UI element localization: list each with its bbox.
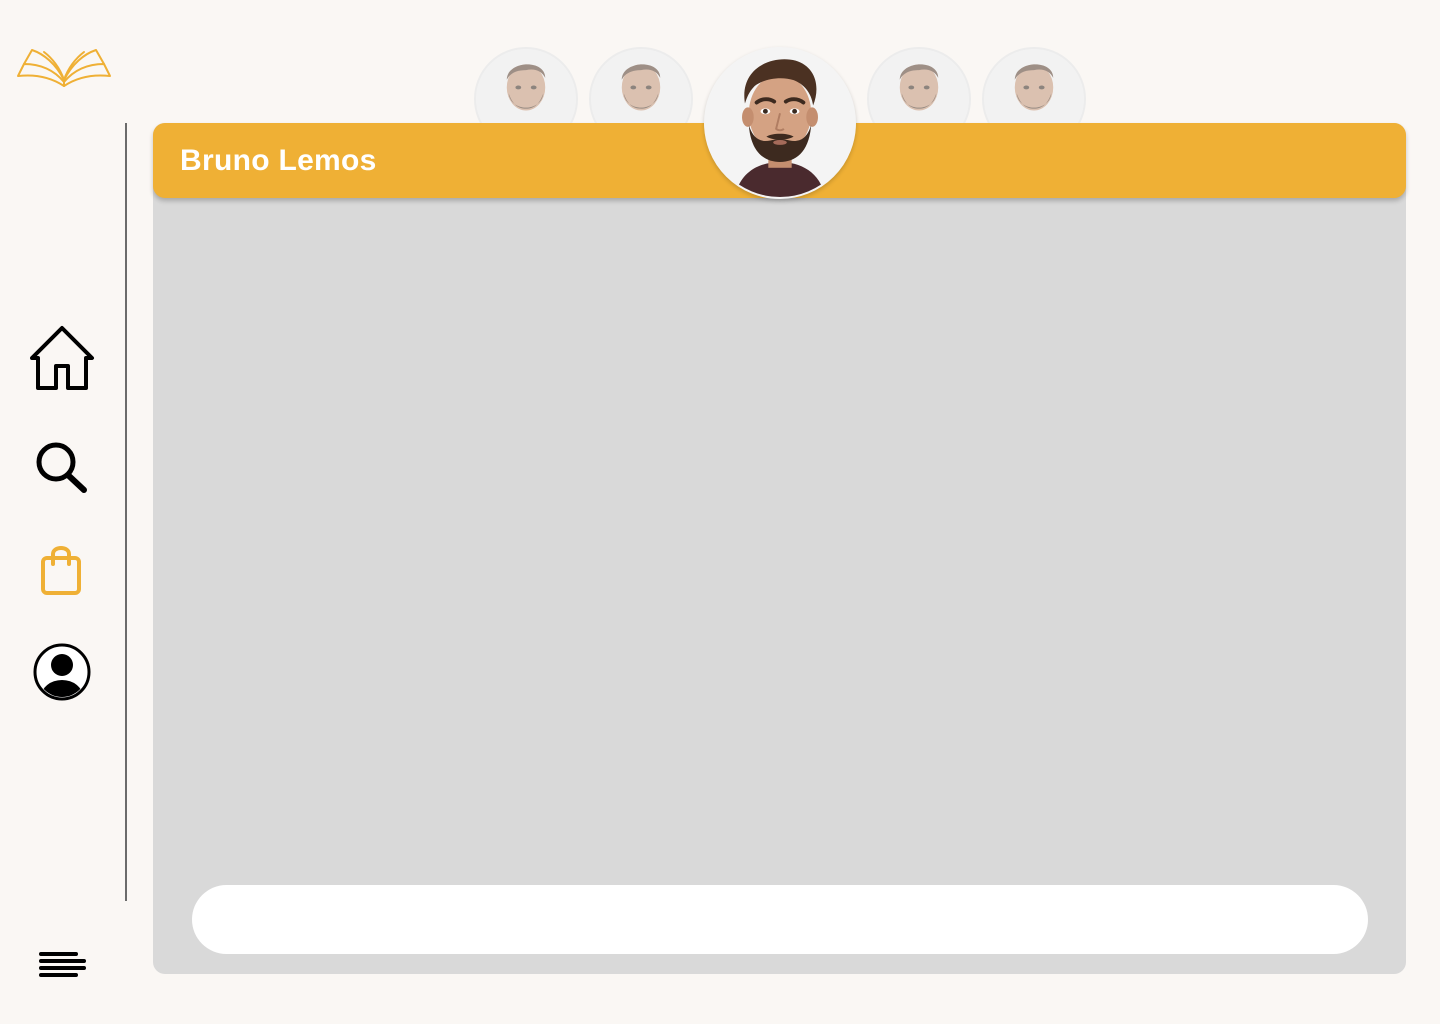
sidebar-divider [125,123,127,901]
face-portrait-icon [706,49,854,197]
face-portrait-icon [591,49,691,123]
face-portrait-icon [476,49,576,123]
menu-icon [39,952,86,977]
shopping-bag-icon [41,546,81,595]
nav-home-button[interactable] [24,322,100,396]
chat-panel [153,123,1406,974]
contact-avatar[interactable] [867,47,971,123]
user-circle-icon [33,643,91,701]
app-root: Bruno Lemos [0,0,1440,1024]
face-portrait-icon [869,49,969,123]
nav-shop-button[interactable] [36,542,86,598]
contact-name: Bruno Lemos [180,144,377,177]
search-icon [36,442,87,493]
nav-search-button[interactable] [30,436,92,496]
contact-avatar[interactable] [982,47,1086,123]
contact-avatar[interactable] [589,47,693,123]
home-icon [30,326,94,390]
selected-contact-avatar[interactable] [704,47,856,199]
open-book-logo-icon [14,40,114,90]
nav-profile-button[interactable] [31,641,93,703]
contact-avatar[interactable] [474,47,578,123]
face-portrait-icon [984,49,1084,123]
message-input[interactable] [192,885,1368,954]
menu-button[interactable] [36,948,90,980]
